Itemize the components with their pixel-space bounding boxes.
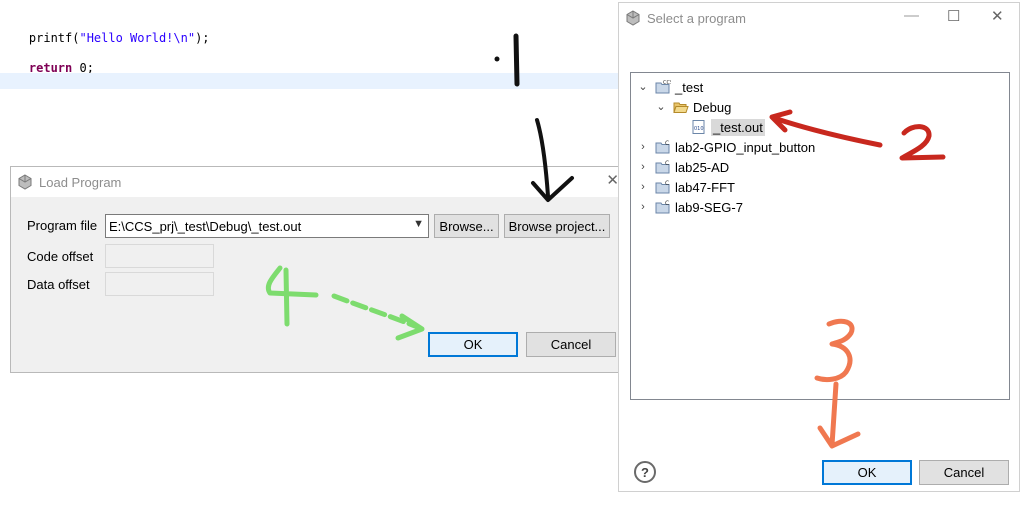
annotation-arrow-green xyxy=(331,293,423,331)
annotation-digit-four xyxy=(265,265,319,327)
annotation-digit-two xyxy=(899,124,946,161)
annotation-digit-three xyxy=(814,318,855,383)
arrow-head-icon xyxy=(531,176,574,202)
annotation-arrow-red xyxy=(771,115,883,148)
annotation-arrow-black xyxy=(535,118,550,198)
annotation-dot xyxy=(494,56,500,62)
annotation-digit-one xyxy=(513,33,520,87)
arrow-head-icon xyxy=(817,425,861,449)
annotation-overlay xyxy=(265,33,946,449)
annotation-arrow-orange xyxy=(829,381,839,448)
